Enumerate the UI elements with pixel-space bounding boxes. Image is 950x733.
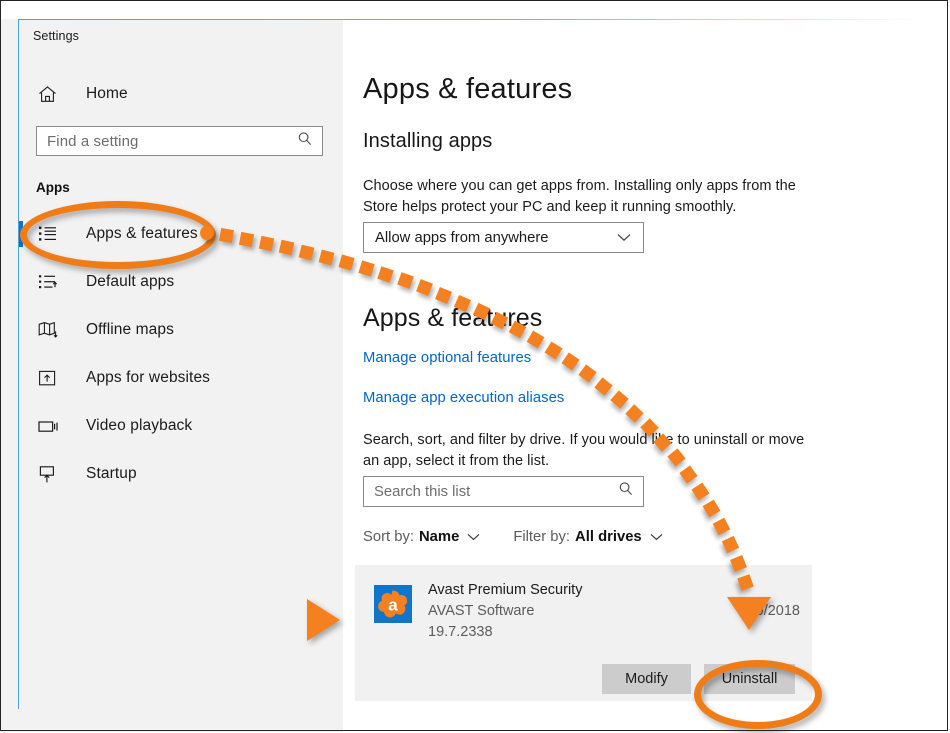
app-list-search-input[interactable]: Search this list xyxy=(363,476,644,507)
window-border-left xyxy=(18,19,19,709)
manage-app-execution-aliases-link[interactable]: Manage app execution aliases xyxy=(363,390,564,406)
chevron-down-icon[interactable] xyxy=(467,533,480,541)
app-source-dropdown-value: Allow apps from anywhere xyxy=(375,229,549,246)
filter-by-label: Filter by: xyxy=(513,529,571,545)
sidebar-item-label-default-apps: Default apps xyxy=(86,273,175,290)
search-input[interactable]: Find a setting xyxy=(36,126,323,156)
svg-text:a: a xyxy=(388,596,398,615)
app-version: 19.7.2338 xyxy=(428,624,493,640)
modify-button[interactable]: Modify xyxy=(602,664,691,694)
sidebar-item-default-apps[interactable]: Default apps xyxy=(19,260,343,304)
annotation-arrowhead xyxy=(727,597,771,630)
page-title: Apps & features xyxy=(363,73,573,105)
map-download-icon xyxy=(38,321,66,339)
search-input-placeholder: Find a setting xyxy=(47,132,139,150)
sort-by-label: Sort by: xyxy=(363,529,414,545)
sort-filter-row: Sort by: Name Filter by: All drives xyxy=(363,529,663,545)
annotation-pointer-app-row xyxy=(307,599,340,641)
sidebar-item-label-home: Home xyxy=(86,85,128,102)
sidebar-item-apps-for-websites[interactable]: Apps for websites xyxy=(19,356,343,400)
home-icon xyxy=(38,85,66,104)
screenshot-root: { "window": { "app_title": "Settings" },… xyxy=(0,0,950,733)
sidebar-item-label-video-playback: Video playback xyxy=(86,417,193,434)
annotation-ellipse-apps-features xyxy=(20,201,216,269)
window-arrow-icon xyxy=(38,369,66,387)
filter-by-dropdown[interactable]: Filter by: All drives xyxy=(513,529,663,545)
sidebar-item-startup[interactable]: Startup xyxy=(19,452,343,496)
sidebar-item-label-offline-maps: Offline maps xyxy=(86,321,174,338)
app-list-search-placeholder: Search this list xyxy=(374,483,471,500)
annotation-dash xyxy=(219,227,235,244)
window-border-top xyxy=(18,19,928,20)
avast-icon: a xyxy=(374,585,412,623)
sort-by-dropdown[interactable]: Sort by: Name xyxy=(363,529,480,545)
sidebar-item-video-playback[interactable]: Video playback xyxy=(19,404,343,448)
search-icon[interactable] xyxy=(297,131,322,152)
installing-apps-description: Choose where you can get apps from. Inst… xyxy=(363,178,796,215)
monitor-arrow-icon xyxy=(38,465,66,484)
app-name: Avast Premium Security xyxy=(428,582,583,598)
chevron-down-icon[interactable] xyxy=(650,533,663,541)
apps-features-description: Search, sort, and filter by drive. If yo… xyxy=(363,432,805,469)
video-camera-icon xyxy=(38,418,66,434)
sidebar-item-offline-maps[interactable]: Offline maps xyxy=(19,308,343,352)
app-publisher: AVAST Software xyxy=(428,603,535,619)
annotation-dash xyxy=(238,231,255,247)
app-source-dropdown[interactable]: Allow apps from anywhere xyxy=(363,222,644,253)
installing-apps-heading: Installing apps xyxy=(363,130,493,152)
search-icon[interactable] xyxy=(618,481,643,502)
chevron-down-icon[interactable] xyxy=(617,229,643,247)
sidebar-section-header: Apps xyxy=(36,180,70,195)
sidebar-item-label-apps-for-websites: Apps for websites xyxy=(86,369,211,386)
list-arrow-icon xyxy=(38,273,66,291)
manage-optional-features-link[interactable]: Manage optional features xyxy=(363,350,531,366)
filter-by-value: All drives xyxy=(575,529,642,545)
sidebar-item-home[interactable]: Home xyxy=(19,72,343,116)
window-title: Settings xyxy=(33,29,79,43)
sort-by-value: Name xyxy=(419,529,460,545)
sidebar-item-label-startup: Startup xyxy=(86,465,137,482)
annotation-ellipse-uninstall xyxy=(694,660,822,729)
